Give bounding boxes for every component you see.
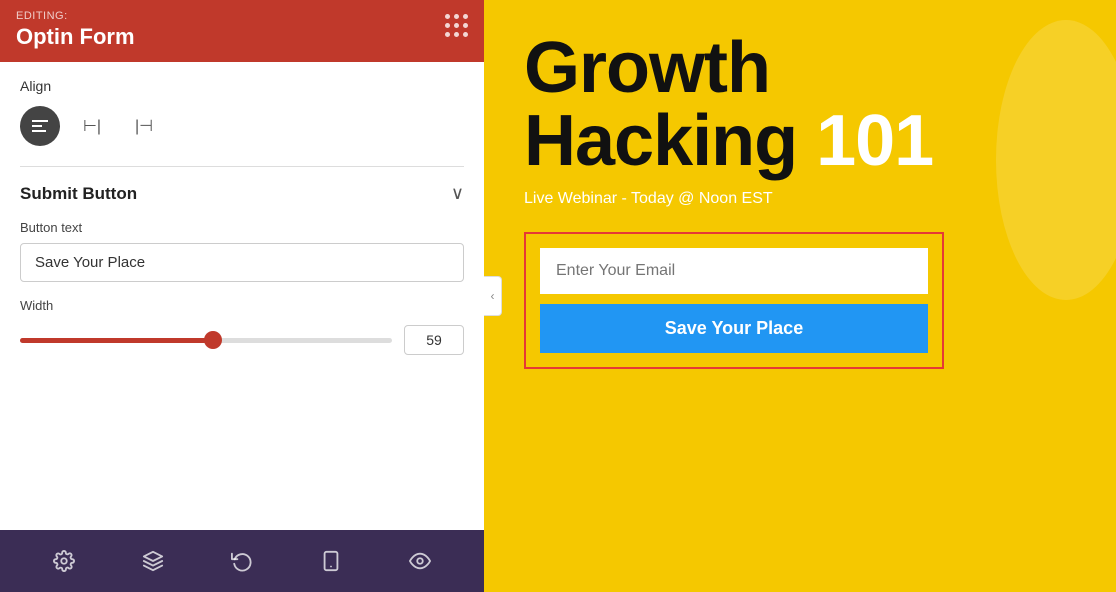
settings-icon[interactable] [46, 543, 82, 579]
align-right-button[interactable]: |⊣ [124, 106, 164, 146]
mobile-icon[interactable] [313, 543, 349, 579]
heading-line2: Hacking 101 [524, 104, 1076, 180]
panel-content: Align ⊢| |⊣ Submit Button ∨ Button text [0, 62, 484, 530]
optin-form: Save Your Place [524, 232, 944, 369]
editing-label: EDITING: [16, 10, 135, 22]
divider [20, 166, 464, 167]
heading-line1: Growth [524, 32, 1076, 104]
panel-header-left: EDITING: Optin Form [16, 10, 135, 50]
slider-track [20, 338, 392, 343]
button-text-input[interactable] [20, 243, 464, 282]
width-slider-container [20, 330, 392, 350]
slider-value-input[interactable] [404, 325, 464, 355]
panel-title: Optin Form [16, 24, 135, 50]
dots-grid-icon[interactable] [445, 14, 468, 37]
heading-101: 101 [816, 101, 933, 181]
align-center-button[interactable]: ⊢| [72, 106, 112, 146]
align-left-button[interactable] [20, 106, 60, 146]
eye-icon[interactable] [402, 543, 438, 579]
align-left-icon [30, 116, 50, 136]
panel-header: EDITING: Optin Form [0, 0, 484, 62]
collapse-panel-tab[interactable]: ‹ [484, 276, 502, 316]
align-center-icon: ⊢| [83, 116, 101, 136]
submit-button[interactable]: Save Your Place [540, 304, 928, 353]
submit-section-title: Submit Button [20, 184, 137, 204]
slider-thumb[interactable] [204, 331, 222, 349]
align-label: Align [20, 78, 464, 94]
align-right-icon: |⊣ [135, 116, 153, 136]
left-panel: EDITING: Optin Form Align ⊢| |⊣ [0, 0, 484, 592]
width-slider-row [20, 325, 464, 355]
chevron-down-icon[interactable]: ∨ [451, 183, 464, 204]
button-text-label: Button text [20, 220, 464, 235]
submit-section-header: Submit Button ∨ [20, 183, 464, 204]
heading-hacking: Hacking [524, 101, 816, 181]
subheading: Live Webinar - Today @ Noon EST [524, 190, 1076, 208]
layers-icon[interactable] [135, 543, 171, 579]
bottom-toolbar [0, 530, 484, 592]
slider-fill [20, 338, 213, 343]
right-panel: Growth Hacking 101 Live Webinar - Today … [484, 0, 1116, 592]
email-input[interactable] [540, 248, 928, 294]
history-icon[interactable] [224, 543, 260, 579]
align-buttons-group: ⊢| |⊣ [20, 106, 464, 146]
width-label: Width [20, 298, 464, 313]
